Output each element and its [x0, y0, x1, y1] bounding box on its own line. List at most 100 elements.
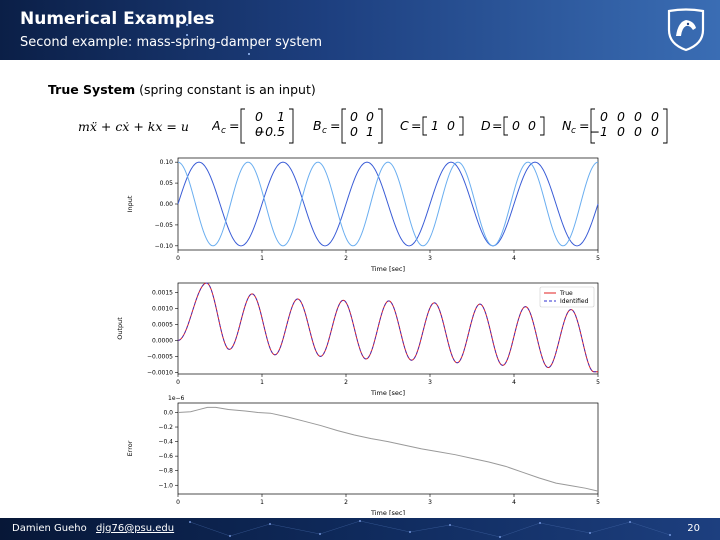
network-edge: [629, 521, 671, 536]
matrix-entry: 0: [617, 124, 625, 139]
y-tick-label: 0.0005: [152, 322, 173, 329]
bracket-right: [289, 108, 294, 144]
matrix-entry: 0: [255, 109, 263, 124]
x-tick-label: 4: [512, 379, 516, 386]
y-tick-label: −1.0: [158, 482, 173, 489]
x-tick-label: 1: [260, 255, 264, 262]
penn-state-shield-logo-icon: [667, 8, 705, 52]
matrix-entry: 0: [651, 124, 659, 139]
x-tick-label: 2: [344, 255, 348, 262]
matrix-label: C: [400, 118, 409, 133]
matrix-entry: 0: [617, 109, 625, 124]
section-title-rest: (spring constant is an input): [139, 82, 316, 97]
x-tick-label: 3: [428, 499, 432, 506]
y-tick-label: 0.05: [160, 180, 174, 187]
slide-title: Numerical Examples: [20, 9, 215, 29]
matrix-label: B: [313, 118, 322, 133]
matrix-entry: 0: [600, 109, 608, 124]
equals-sign: =: [492, 118, 502, 133]
network-node: [229, 535, 231, 537]
matrix-entry: 0: [366, 109, 374, 124]
matrix-entry: 0: [634, 124, 642, 139]
matrix-entry: 1: [277, 109, 285, 124]
slide-footer: Damien Gueho djg76@psu.edu 20: [0, 518, 720, 540]
network-edge: [539, 522, 591, 534]
section-heading: True System (spring constant is an input…: [48, 82, 316, 97]
matrix-label: A: [212, 118, 221, 133]
matrix-entry: 0: [350, 109, 358, 124]
chart-panel-output: 0 1 2 3 4 5 Time [sec] 0.0015 0.0010 0.0005 0.0000…: [116, 282, 600, 397]
y-tick-label: −0.05: [155, 222, 174, 229]
network-node: [589, 532, 591, 534]
matrix-label-sub: c: [571, 126, 576, 136]
y-tick-label: 0.0000: [152, 337, 173, 344]
nav-dot: [186, 24, 188, 26]
x-tick-label: 0: [176, 379, 180, 386]
nav-dot: [186, 34, 188, 36]
y-tick-label: −0.2: [158, 424, 173, 431]
x-tick-label: 2: [344, 499, 348, 506]
state-space-matrices: Ac =0 10−0.5 Bc =0 00 1 C = 1 0 D = 0 0 Nc =0 0 0 0−1 0 0 0: [212, 108, 668, 144]
y-tick-label: −0.10: [155, 243, 174, 250]
network-node: [189, 521, 191, 523]
legend-label: Identified: [560, 298, 589, 305]
matrix-label-sub: c: [221, 126, 226, 136]
y-tick-label: −0.6: [158, 453, 173, 460]
y-tick-label: 0.0010: [152, 306, 173, 313]
matrix-entry: 1: [431, 118, 439, 133]
legend-label: True: [559, 290, 573, 297]
y-axis-label: Output: [116, 317, 124, 340]
x-tick-label: 4: [512, 499, 516, 506]
page-number: 20: [687, 523, 700, 534]
nav-dot: [248, 53, 250, 55]
network-edge: [589, 521, 631, 534]
equals-sign: =: [330, 118, 340, 133]
bracket-right: [378, 108, 383, 144]
x-axis-label: Time [sec]: [370, 509, 405, 515]
y-tick-label: 0.10: [160, 159, 174, 166]
x-tick-label: 1: [260, 499, 264, 506]
footer-email-link[interactable]: djg76@psu.edu: [96, 523, 174, 534]
footer-author: Damien Gueho: [12, 523, 87, 534]
matrix-entry: 1: [366, 124, 374, 139]
y-tick-label: 0.0: [163, 409, 173, 416]
network-node: [499, 536, 501, 538]
network-node: [629, 521, 631, 523]
matrix-entry: −0.5: [255, 124, 285, 139]
y-tick-label: −0.4: [158, 439, 173, 446]
bracket-left: [422, 116, 427, 136]
x-tick-label: 5: [596, 255, 600, 262]
y-tick-label: −0.8: [158, 468, 173, 475]
matrix-entry: −1: [590, 124, 608, 139]
network-edge: [359, 520, 411, 533]
y-tick-label: 0.00: [160, 201, 174, 208]
matrix-entry: 0: [634, 109, 642, 124]
bracket-left: [503, 116, 508, 136]
matrix-entry: 0: [512, 118, 520, 133]
x-tick-label: 0: [176, 499, 180, 506]
section-title-bold: True System: [48, 82, 136, 97]
x-tick-label: 3: [428, 255, 432, 262]
matrix-entry: 0: [350, 124, 358, 139]
y-axis-label: Input: [126, 195, 134, 212]
x-tick-label: 1: [260, 379, 264, 386]
matrix-entry: 0: [447, 118, 455, 133]
network-node: [319, 533, 321, 535]
x-tick-label: 2: [344, 379, 348, 386]
bracket-left: [240, 108, 245, 144]
network-node: [669, 534, 671, 536]
network-edge: [229, 523, 271, 537]
x-tick-label: 3: [428, 379, 432, 386]
chart-panel-error: 0 1 2 3 4 5 Time [sec] 0.0 −0.2 −0.4 −0.6 −0.8 −1.0 E…: [126, 395, 600, 515]
x-tick-label: 5: [596, 499, 600, 506]
network-node: [269, 523, 271, 525]
bracket-left: [341, 108, 346, 144]
x-tick-label: 0: [176, 255, 180, 262]
network-edge: [269, 523, 321, 535]
equals-sign: =: [411, 118, 421, 133]
plot-frame: [177, 402, 599, 495]
equals-sign: =: [229, 118, 239, 133]
matrix-entry: 0: [651, 109, 659, 124]
y-axis-label: Error: [126, 440, 134, 456]
network-node: [539, 522, 541, 524]
